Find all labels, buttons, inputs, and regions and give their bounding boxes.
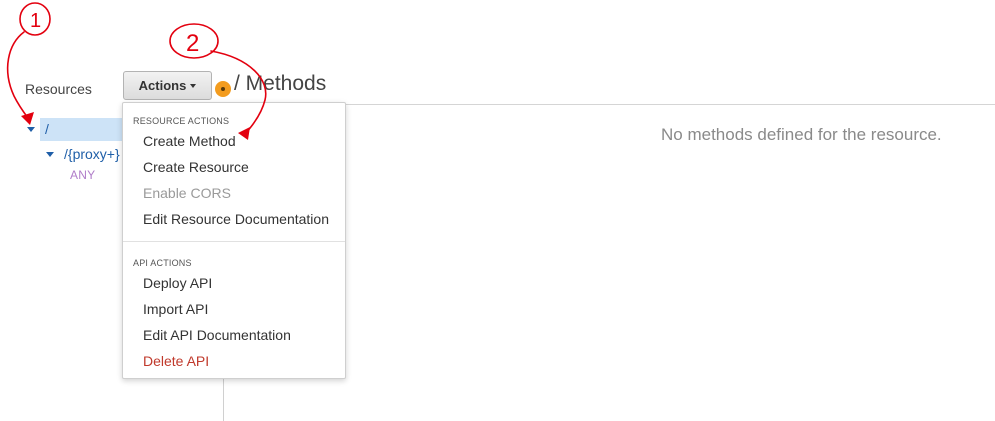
- annotation-step-1: 1: [30, 10, 41, 32]
- annotation-step-2: 2: [186, 30, 199, 57]
- annotation-arrowhead-1: [21, 112, 34, 125]
- annotation-arrow-1: [6, 31, 29, 119]
- annotation-overlay: 1 2: [6, 2, 267, 140]
- annotation-arrowhead-2: [238, 127, 250, 140]
- annotation-arrow-2: [210, 50, 267, 135]
